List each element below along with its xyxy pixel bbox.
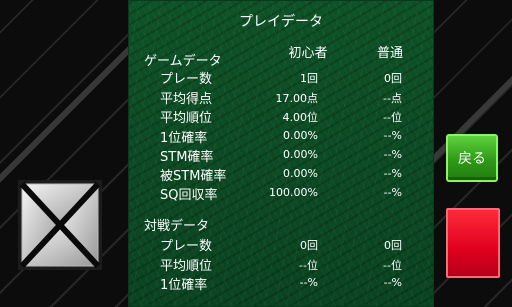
game-row-normal: --% xyxy=(383,186,402,199)
game-row-beginner: 4.00位 xyxy=(282,111,319,124)
game-row-normal: 0回 xyxy=(384,72,402,85)
game-row-beginner: 0.00% xyxy=(283,148,318,161)
game-row-label: 被STM確率 xyxy=(160,169,227,184)
battle-row-normal: 0回 xyxy=(384,239,402,252)
game-row-normal: --点 xyxy=(383,92,402,105)
back-button-label: 戻る xyxy=(458,151,486,167)
game-row-normal: --% xyxy=(383,167,402,180)
column-header-normal: 普通 xyxy=(376,46,403,61)
game-row-beginner: 1回 xyxy=(300,72,318,85)
game-row-label: 平均得点 xyxy=(160,92,213,107)
game-row-label: STM確率 xyxy=(160,150,214,165)
game-row-normal: --位 xyxy=(383,111,402,124)
battle-row-beginner: 0回 xyxy=(300,239,318,252)
game-row-normal: --% xyxy=(383,148,402,161)
battle-row-beginner: --位 xyxy=(299,259,318,272)
game-row-beginner: 100.00% xyxy=(269,186,318,199)
game-row-label: 平均順位 xyxy=(160,111,213,126)
battle-row-normal: --位 xyxy=(383,259,402,272)
game-row-label: プレー数 xyxy=(160,72,213,87)
battle-row-label: 1位確率 xyxy=(160,278,208,293)
game-row-beginner: 0.00% xyxy=(283,167,318,180)
battle-row-label: プレー数 xyxy=(160,239,213,254)
battle-row-beginner: --% xyxy=(299,276,318,289)
battle-row-normal: --% xyxy=(383,276,402,289)
battle-row-label: 平均順位 xyxy=(160,259,213,274)
game-row-normal: --% xyxy=(383,129,402,142)
play-data-panel: プレイデータ ゲームデータ 初心者 普通 プレー数 1回 0回 平均得点 17.… xyxy=(128,0,434,307)
red-action-button[interactable] xyxy=(446,208,500,278)
battle-data-label: 対戦データ xyxy=(144,219,210,234)
game-row-beginner: 17.00点 xyxy=(275,92,319,105)
game-row-beginner: 0.00% xyxy=(283,129,318,142)
game-row-label: SQ回収率 xyxy=(160,188,218,203)
close-x-button[interactable] xyxy=(18,180,102,270)
game-data-label: ゲームデータ xyxy=(144,54,222,69)
back-button[interactable]: 戻る xyxy=(446,134,498,182)
game-row-label: 1位確率 xyxy=(160,131,208,146)
column-header-beginner: 初心者 xyxy=(288,46,328,61)
page-title: プレイデータ xyxy=(239,14,323,30)
